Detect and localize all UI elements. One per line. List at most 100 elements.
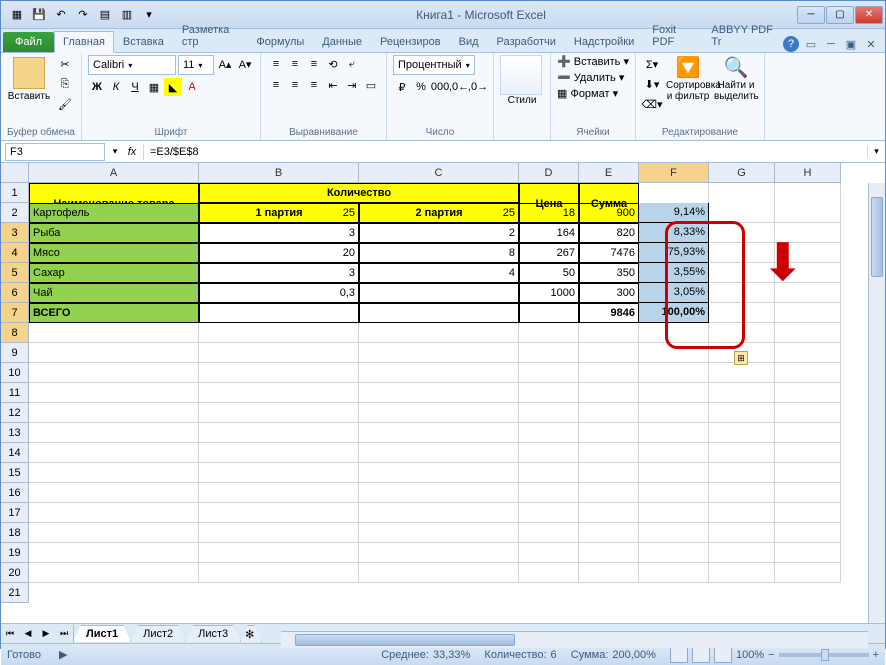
- sheet-next-icon[interactable]: ▶: [37, 625, 55, 643]
- namebox-dropdown-icon[interactable]: ▾: [109, 146, 121, 157]
- align-right-icon[interactable]: ≡: [305, 76, 323, 94]
- sheet-prev-icon[interactable]: ◀: [19, 625, 37, 643]
- cell[interactable]: [775, 363, 841, 383]
- tab-foxit[interactable]: Foxit PDF: [643, 19, 702, 52]
- header-qty[interactable]: Количество: [199, 183, 519, 203]
- tab-view[interactable]: Вид: [450, 31, 488, 52]
- item-price[interactable]: 164: [519, 223, 579, 243]
- row-header-12[interactable]: 12: [1, 403, 29, 423]
- cell[interactable]: [199, 383, 359, 403]
- item-sum[interactable]: 820: [579, 223, 639, 243]
- cell[interactable]: [709, 263, 775, 283]
- cell[interactable]: [709, 223, 775, 243]
- cell[interactable]: [199, 443, 359, 463]
- clear-icon[interactable]: ⌫▾: [642, 95, 662, 113]
- cell[interactable]: [709, 283, 775, 303]
- cell[interactable]: [709, 483, 775, 503]
- sort-filter-button[interactable]: 🔽 Сортировка и фильтр: [666, 55, 710, 102]
- item-name[interactable]: Рыба: [29, 223, 199, 243]
- cell[interactable]: [579, 363, 639, 383]
- sheet-tab-1[interactable]: Лист1: [73, 625, 131, 642]
- vscroll-thumb[interactable]: [871, 197, 883, 277]
- shrink-font-icon[interactable]: A▾: [236, 55, 254, 73]
- item-p1[interactable]: 3: [199, 223, 359, 243]
- cell[interactable]: [639, 463, 709, 483]
- row-header-2[interactable]: 2: [1, 203, 29, 223]
- cell[interactable]: [359, 403, 519, 423]
- cell[interactable]: [359, 443, 519, 463]
- excel-icon[interactable]: ▦: [7, 5, 27, 25]
- tab-insert[interactable]: Вставка: [114, 31, 173, 52]
- decrease-indent-icon[interactable]: ⇤: [324, 76, 342, 94]
- horizontal-scrollbar[interactable]: [281, 631, 868, 648]
- select-all-corner[interactable]: [1, 163, 29, 183]
- align-top-icon[interactable]: ≡: [267, 55, 285, 73]
- cell[interactable]: [359, 423, 519, 443]
- decrease-decimal-icon[interactable]: ,0→: [469, 78, 487, 96]
- macro-record-icon[interactable]: ▶: [59, 648, 67, 661]
- col-header-E[interactable]: E: [579, 163, 639, 183]
- save-icon[interactable]: 💾: [29, 5, 49, 25]
- item-sum[interactable]: 300: [579, 283, 639, 303]
- cell[interactable]: [775, 503, 841, 523]
- item-name[interactable]: Сахар: [29, 263, 199, 283]
- cell[interactable]: [199, 363, 359, 383]
- zoom-out-icon[interactable]: −: [768, 649, 774, 661]
- item-p2[interactable]: 8: [359, 243, 519, 263]
- item-pct[interactable]: 3,05%: [639, 283, 709, 303]
- row-header-5[interactable]: 5: [1, 263, 29, 283]
- col-header-F[interactable]: F: [639, 163, 709, 183]
- font-color-icon[interactable]: A: [183, 78, 201, 96]
- cell[interactable]: [639, 403, 709, 423]
- row-header-14[interactable]: 14: [1, 443, 29, 463]
- cell[interactable]: [775, 423, 841, 443]
- minimize-button[interactable]: ─: [797, 6, 825, 24]
- align-middle-icon[interactable]: ≡: [286, 55, 304, 73]
- row-header-6[interactable]: 6: [1, 283, 29, 303]
- number-format-combo[interactable]: Процентный: [393, 55, 475, 75]
- cell[interactable]: [359, 543, 519, 563]
- cell[interactable]: [519, 363, 579, 383]
- item-name[interactable]: Картофель: [29, 203, 199, 223]
- formula-input[interactable]: =E3/$E$8: [143, 144, 867, 160]
- cell[interactable]: [359, 323, 519, 343]
- cell[interactable]: [709, 243, 775, 263]
- cell[interactable]: [775, 483, 841, 503]
- item-p2[interactable]: [359, 283, 519, 303]
- cell[interactable]: [639, 383, 709, 403]
- workbook-minimize-icon[interactable]: ─: [823, 36, 839, 52]
- col-header-C[interactable]: C: [359, 163, 519, 183]
- row-header-3[interactable]: 3: [1, 223, 29, 243]
- item-sum[interactable]: 350: [579, 263, 639, 283]
- comma-icon[interactable]: 000: [431, 78, 449, 96]
- cell[interactable]: [709, 203, 775, 223]
- item-price[interactable]: 18: [519, 203, 579, 223]
- cell[interactable]: [579, 383, 639, 403]
- item-p1[interactable]: 25: [199, 203, 359, 223]
- cell[interactable]: [29, 423, 199, 443]
- cell[interactable]: [775, 283, 841, 303]
- cell[interactable]: [639, 363, 709, 383]
- cell[interactable]: [775, 523, 841, 543]
- cell[interactable]: [709, 323, 775, 343]
- col-header-B[interactable]: B: [199, 163, 359, 183]
- cell[interactable]: [29, 443, 199, 463]
- cell[interactable]: [709, 563, 775, 583]
- sheet-tab-2[interactable]: Лист2: [130, 625, 186, 642]
- total-name[interactable]: ВСЕГО: [29, 303, 199, 323]
- cell[interactable]: [709, 403, 775, 423]
- percent-icon[interactable]: %: [412, 78, 430, 96]
- tab-layout[interactable]: Разметка стр: [173, 19, 248, 52]
- cell[interactable]: [199, 523, 359, 543]
- cell[interactable]: [359, 343, 519, 363]
- cell[interactable]: [359, 523, 519, 543]
- cell[interactable]: [519, 323, 579, 343]
- item-price[interactable]: 1000: [519, 283, 579, 303]
- cell[interactable]: [709, 363, 775, 383]
- cell[interactable]: [199, 303, 359, 323]
- tab-home[interactable]: Главная: [54, 31, 114, 53]
- row-header-7[interactable]: 7: [1, 303, 29, 323]
- cell[interactable]: [29, 483, 199, 503]
- cell[interactable]: [639, 423, 709, 443]
- row-header-9[interactable]: 9: [1, 343, 29, 363]
